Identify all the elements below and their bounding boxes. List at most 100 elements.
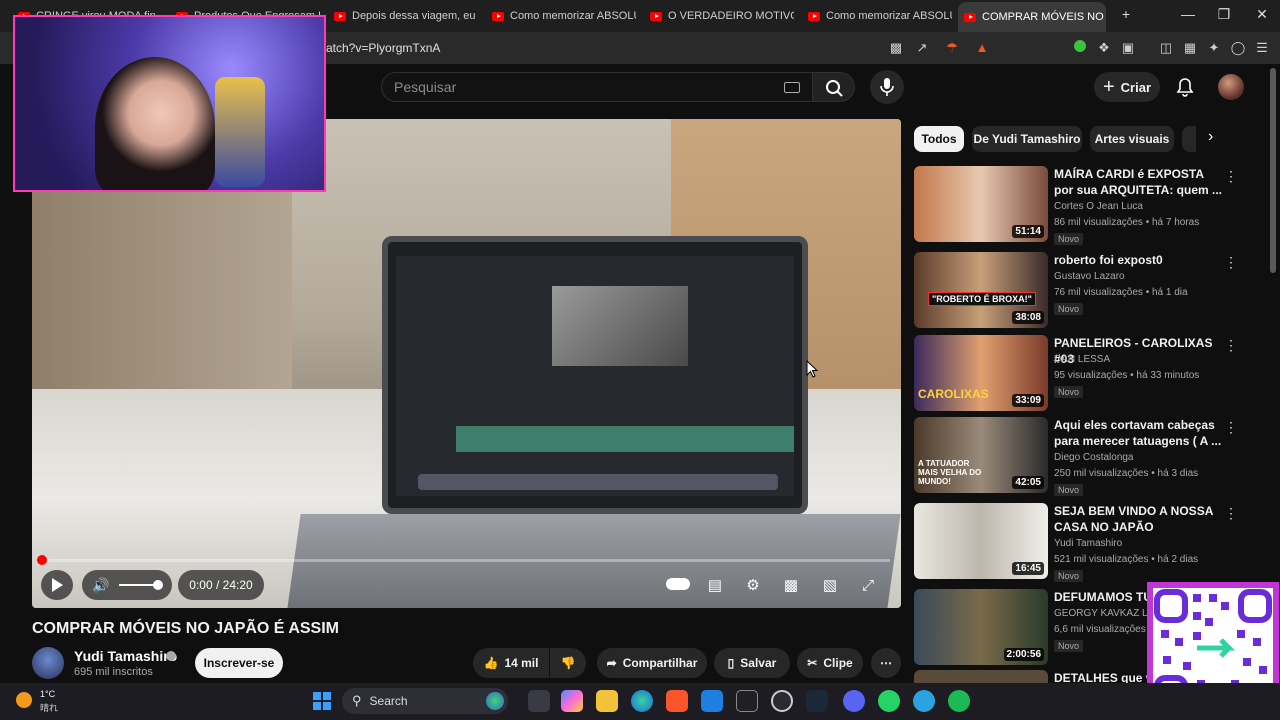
- chip-visual-arts[interactable]: Artes visuais: [1090, 126, 1174, 152]
- recommendation-title[interactable]: Aqui eles cortavam cabeças para merecer …: [1054, 417, 1224, 449]
- browser-tab[interactable]: Como memorizar ABSOLUTA: [486, 4, 636, 28]
- recommendation-item[interactable]: A TATUADOR MAIS VELHA DO MUNDO! 42:05 Aq…: [914, 417, 1244, 496]
- video-thumbnail[interactable]: "ROBERTO É BROXA!" 38:08: [914, 252, 1048, 328]
- vpn-icon[interactable]: ◯: [1230, 40, 1246, 56]
- obs-icon[interactable]: [771, 690, 793, 712]
- volume-slider[interactable]: [119, 580, 164, 590]
- recommendation-channel[interactable]: Gustavo Lazaro: [1054, 271, 1125, 282]
- scrollbar[interactable]: [1270, 68, 1276, 273]
- menu-icon[interactable]: ☰: [1254, 40, 1270, 56]
- task-view-icon[interactable]: [528, 690, 550, 712]
- save-button[interactable]: ▯ Salvar: [714, 648, 790, 678]
- new-badge: Novo: [1054, 386, 1084, 398]
- recommendation-title[interactable]: SEJA BEM VINDO A NOSSA CASA NO JAPÃO: [1054, 503, 1224, 535]
- chips-next-icon[interactable]: ›: [1208, 128, 1213, 146]
- user-avatar[interactable]: [1218, 74, 1244, 100]
- discord-icon[interactable]: [843, 690, 865, 712]
- like-button[interactable]: 👍 14 mil: [473, 648, 549, 678]
- chip-partial[interactable]: [1182, 126, 1196, 152]
- sidebar-icon[interactable]: ◫: [1158, 40, 1174, 56]
- screenshot-icon[interactable]: ▣: [1120, 40, 1136, 56]
- spotify-icon[interactable]: [948, 690, 970, 712]
- copilot-icon[interactable]: [561, 690, 583, 712]
- edge-icon[interactable]: [631, 690, 653, 712]
- share-button[interactable]: ➦ Compartilhar: [597, 648, 707, 678]
- miniplayer-icon[interactable]: ▩: [781, 576, 801, 596]
- capcut-icon[interactable]: [736, 690, 758, 712]
- more-vertical-icon[interactable]: ⋮: [1224, 168, 1238, 185]
- fullscreen-icon[interactable]: ⤢: [858, 576, 878, 596]
- notifications-button[interactable]: [1172, 74, 1198, 100]
- brave-icon[interactable]: [666, 690, 688, 712]
- recommendation-title[interactable]: roberto foi expost0: [1054, 252, 1224, 268]
- video-thumbnail[interactable]: [914, 670, 1048, 683]
- windows-start-icon[interactable]: [313, 692, 331, 710]
- recommendation-channel[interactable]: Cortes O Jean Luca: [1054, 201, 1143, 212]
- chip-all[interactable]: Todos: [914, 126, 964, 152]
- search-button[interactable]: [813, 72, 855, 102]
- video-thumbnail[interactable]: A TATUADOR MAIS VELHA DO MUNDO! 42:05: [914, 417, 1048, 493]
- recommendation-item[interactable]: "ROBERTO É BROXA!" 38:08 roberto foi exp…: [914, 252, 1244, 330]
- brave-rewards-icon[interactable]: ▲: [974, 40, 990, 56]
- keyboard-icon[interactable]: [784, 82, 800, 93]
- install-icon[interactable]: ▩: [888, 40, 904, 56]
- more-vertical-icon[interactable]: ⋮: [1224, 505, 1238, 522]
- minimize-icon[interactable]: —: [1178, 6, 1198, 22]
- browser-tab[interactable]: O VERDADEIRO MOTIVO DE: [644, 4, 794, 28]
- volume-control[interactable]: 🔊: [82, 570, 172, 600]
- maximize-icon[interactable]: ❐: [1214, 6, 1234, 23]
- play-button[interactable]: [41, 570, 73, 600]
- video-thumbnail[interactable]: CAROLIXAS 33:09: [914, 335, 1048, 411]
- more-vertical-icon[interactable]: ⋮: [1224, 254, 1238, 271]
- recommendation-item[interactable]: CAROLIXAS 33:09 PANELEIROS - CAROLIXAS #…: [914, 335, 1244, 413]
- more-vertical-icon[interactable]: ⋮: [1224, 419, 1238, 436]
- weather-sun-icon[interactable]: [16, 692, 32, 708]
- search-input[interactable]: [394, 73, 754, 101]
- steam-icon[interactable]: [806, 690, 828, 712]
- extensions-icon[interactable]: ❖: [1096, 40, 1112, 56]
- dislike-button[interactable]: 👎: [550, 648, 586, 678]
- browser-tab[interactable]: Como memorizar ABSOLUTA: [802, 4, 952, 28]
- channel-avatar[interactable]: [32, 647, 64, 679]
- recommendation-channel[interactable]: GEORGY KAVKAZ Life: [1054, 608, 1158, 619]
- recommendation-channel[interactable]: Yudi Tamashiro: [1054, 538, 1122, 549]
- status-dot-icon[interactable]: [1072, 40, 1088, 56]
- video-thumbnail[interactable]: 16:45: [914, 503, 1048, 579]
- address-bar[interactable]: atch?v=PlyorgmTxnA: [326, 41, 440, 55]
- browser-tab-active[interactable]: COMPRAR MÓVEIS NO JA×: [958, 2, 1106, 32]
- video-player[interactable]: [32, 119, 901, 608]
- settings-icon[interactable]: ⚙: [743, 576, 763, 596]
- taskbar-search[interactable]: ⚲ Search: [342, 688, 508, 714]
- create-button[interactable]: + Criar: [1094, 72, 1160, 102]
- brave-shield-icon[interactable]: ☂: [944, 40, 960, 56]
- more-vertical-icon[interactable]: ⋮: [1224, 337, 1238, 354]
- channel-name[interactable]: Yudi Tamashiro: [74, 648, 177, 664]
- leo-ai-icon[interactable]: ✦: [1206, 40, 1222, 56]
- more-actions-button[interactable]: ⋯: [871, 648, 901, 678]
- video-thumbnail[interactable]: 2:00:56: [914, 589, 1048, 665]
- whatsapp-icon[interactable]: [878, 690, 900, 712]
- progress-scrubber[interactable]: [37, 555, 47, 565]
- chip-channel[interactable]: De Yudi Tamashiro: [972, 126, 1082, 152]
- recommendation-channel[interactable]: DAN LESSA: [1054, 354, 1110, 365]
- autoplay-toggle-icon[interactable]: [666, 576, 690, 596]
- subscribe-button[interactable]: Inscrever-se: [195, 648, 283, 678]
- browser-tab[interactable]: Depois dessa viagem, eu pr: [328, 4, 478, 28]
- subtitles-icon[interactable]: ▤: [705, 576, 725, 596]
- close-window-icon[interactable]: ✕: [1252, 6, 1272, 23]
- share-icon[interactable]: ↗: [914, 40, 930, 56]
- recommendation-title[interactable]: MAÍRA CARDI é EXPOSTA por sua ARQUITETA:…: [1054, 166, 1224, 198]
- recommendation-item[interactable]: 51:14 MAÍRA CARDI é EXPOSTA por sua ARQU…: [914, 166, 1244, 245]
- cast-icon[interactable]: ▧: [820, 576, 840, 596]
- clip-button[interactable]: ✂ Clipe: [797, 648, 863, 678]
- video-thumbnail[interactable]: 51:14: [914, 166, 1048, 242]
- telegram-icon[interactable]: [913, 690, 935, 712]
- recommendation-channel[interactable]: Diego Costalonga: [1054, 452, 1134, 463]
- voice-search-button[interactable]: [870, 70, 904, 104]
- recommendation-item[interactable]: 16:45 SEJA BEM VINDO A NOSSA CASA NO JAP…: [914, 503, 1244, 582]
- wallet-icon[interactable]: ▦: [1182, 40, 1198, 56]
- progress-bar[interactable]: [42, 559, 890, 562]
- file-explorer-icon[interactable]: [596, 690, 618, 712]
- store-icon[interactable]: [701, 690, 723, 712]
- new-tab-button[interactable]: +: [1116, 6, 1136, 22]
